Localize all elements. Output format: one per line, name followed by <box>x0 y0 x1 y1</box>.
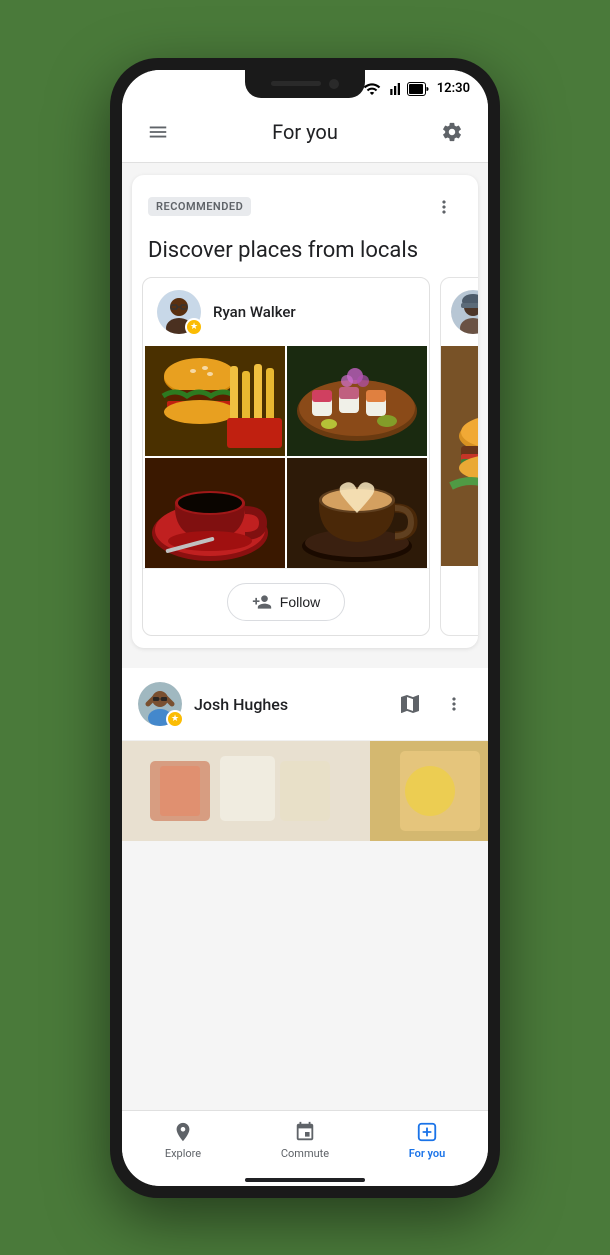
josh-name: Josh Hughes <box>194 695 380 714</box>
camera-notch <box>245 70 365 98</box>
app-bar-title: For you <box>272 120 338 144</box>
local-guide-badge-josh: ★ <box>166 710 184 728</box>
photo-latte <box>287 458 427 568</box>
content-scroll[interactable]: RECOMMENDED Discover places from locals <box>122 163 488 1110</box>
home-indicator <box>122 1172 488 1186</box>
status-icons: 12:30 <box>363 80 470 98</box>
signal-icon <box>385 80 403 98</box>
recommended-section: RECOMMENDED Discover places from locals <box>132 175 478 649</box>
follow-label: Follow <box>280 594 320 610</box>
nav-for-you-label: For you <box>409 1147 446 1160</box>
wifi-icon <box>363 80 381 98</box>
avatar-josh: ★ <box>138 682 182 726</box>
more-options-button[interactable] <box>426 189 462 225</box>
guide-name-ryan: Ryan Walker <box>213 303 296 321</box>
recommended-badge: RECOMMENDED <box>148 197 251 216</box>
home-bar <box>245 1178 365 1182</box>
phone-screen: 12:30 For you RECOMMENDED <box>122 70 488 1186</box>
photo-burger <box>145 346 285 456</box>
photo-coffee-red <box>145 458 285 568</box>
follow-button-wrap: Follow <box>143 568 429 635</box>
nav-commute[interactable]: Commute <box>244 1111 366 1172</box>
nav-explore-label: Explore <box>165 1147 201 1160</box>
avatar-ryan: ★ <box>157 290 201 334</box>
section-header: RECOMMENDED <box>132 175 478 229</box>
speaker <box>271 81 321 86</box>
local-guide-badge-ryan: ★ <box>185 318 203 336</box>
food-preview <box>122 741 488 841</box>
guide-cards-scroll[interactable]: ★ Ryan Walker <box>132 277 478 648</box>
guide-card-ryan[interactable]: ★ Ryan Walker <box>142 277 430 636</box>
photo-sushi <box>287 346 427 456</box>
guide-card-second-header: ★ <box>441 278 478 346</box>
guide-card-second[interactable]: ★ <box>440 277 478 636</box>
follow-button[interactable]: Follow <box>227 583 345 621</box>
guide-card-ryan-header: ★ Ryan Walker <box>143 278 429 346</box>
josh-actions <box>392 686 472 722</box>
app-bar: For you <box>122 102 488 163</box>
section-title: Discover places from locals <box>132 229 478 278</box>
nav-for-you[interactable]: For you <box>366 1111 488 1172</box>
phone-shell: 12:30 For you RECOMMENDED <box>110 58 500 1198</box>
photo-grid-ryan <box>145 346 427 568</box>
nav-explore[interactable]: Explore <box>122 1111 244 1172</box>
nav-commute-label: Commute <box>281 1147 329 1160</box>
menu-button[interactable] <box>140 114 176 150</box>
section-divider <box>122 660 488 668</box>
camera <box>329 79 339 89</box>
battery-icon <box>407 82 429 96</box>
josh-hughes-row: ★ Josh Hughes <box>122 668 488 741</box>
status-time: 12:30 <box>437 81 470 96</box>
bottom-nav: Explore Commute For you <box>122 1110 488 1172</box>
settings-button[interactable] <box>434 114 470 150</box>
avatar-second: ★ <box>451 290 478 334</box>
josh-more-button[interactable] <box>436 686 472 722</box>
avatar-circle-second <box>451 290 478 334</box>
josh-map-button[interactable] <box>392 686 428 722</box>
